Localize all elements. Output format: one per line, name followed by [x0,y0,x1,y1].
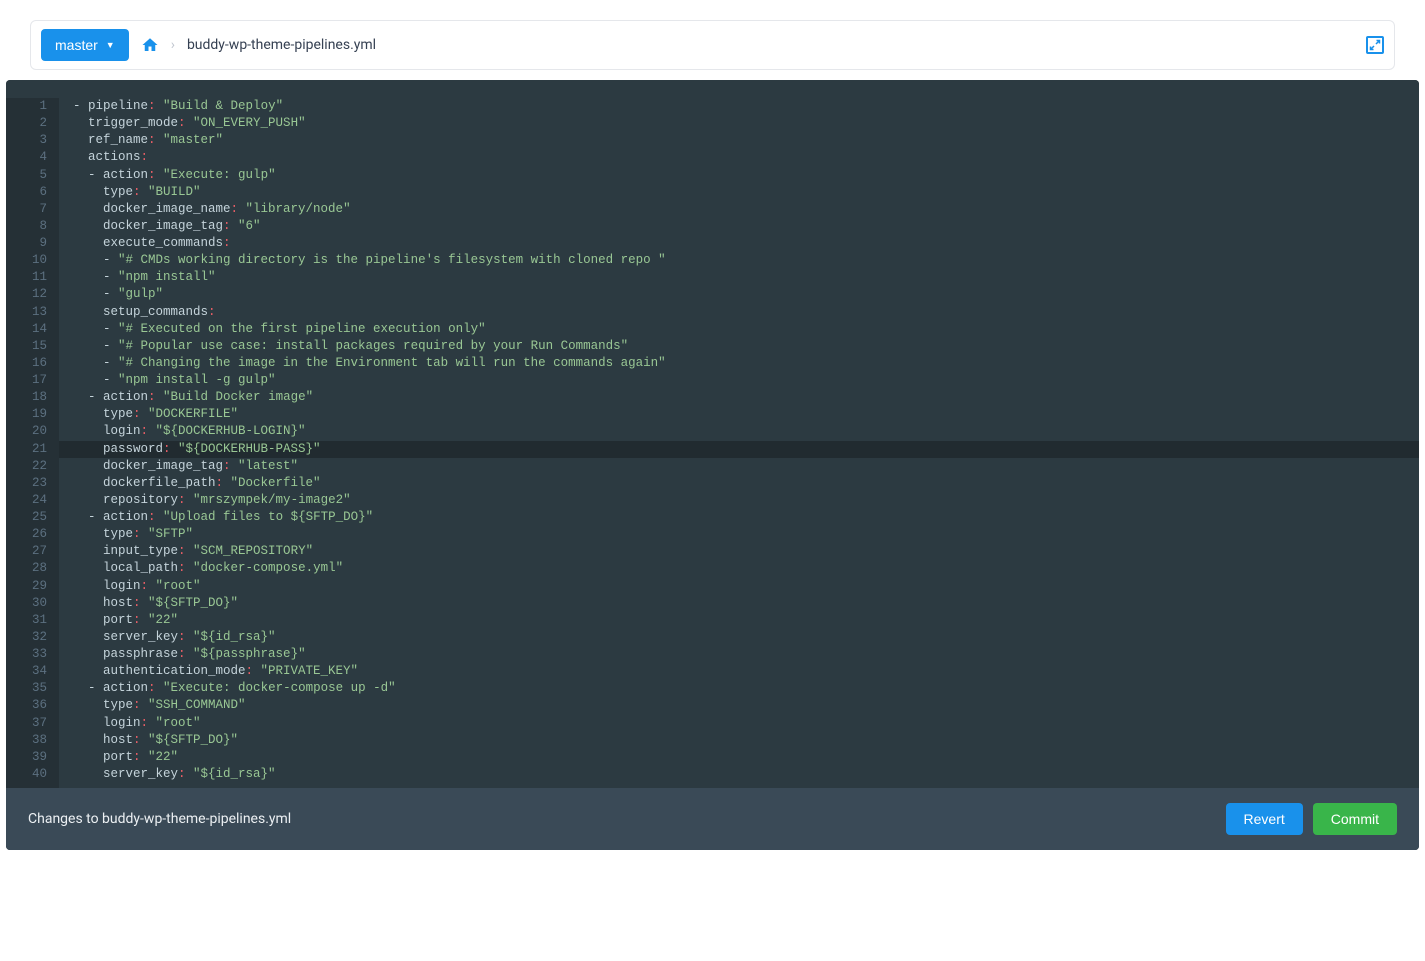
code-line[interactable]: password: "${DOCKERHUB-PASS}" [59,441,1419,458]
breadcrumb-separator-icon: › [171,37,175,53]
code-line[interactable]: docker_image_tag: "latest" [73,458,1419,475]
breadcrumb: master ▼ › buddy-wp-theme-pipelines.yml [30,20,1395,70]
line-number: 37 [6,715,49,732]
code-line[interactable]: login: "root" [73,578,1419,595]
breadcrumb-file: buddy-wp-theme-pipelines.yml [187,37,376,53]
home-icon[interactable] [141,36,159,54]
code-line[interactable]: host: "${SFTP_DO}" [73,595,1419,612]
editor-footer: Changes to buddy-wp-theme-pipelines.yml … [6,788,1419,850]
line-number: 21 [6,441,49,458]
line-number: 3 [6,132,49,149]
branch-label: master [55,37,98,53]
line-number: 32 [6,629,49,646]
line-number: 30 [6,595,49,612]
code-line[interactable]: execute_commands: [73,235,1419,252]
line-number: 31 [6,612,49,629]
code-line[interactable]: server_key: "${id_rsa}" [73,766,1419,783]
code-line[interactable]: - "# Executed on the first pipeline exec… [73,321,1419,338]
line-number: 24 [6,492,49,509]
code-line[interactable]: repository: "mrszympek/my-image2" [73,492,1419,509]
line-number-gutter: 1234567891011121314151617181920212223242… [6,98,59,850]
code-line[interactable]: server_key: "${id_rsa}" [73,629,1419,646]
code-content[interactable]: - pipeline: "Build & Deploy" trigger_mod… [59,98,1419,850]
code-line[interactable]: - action: "Execute: docker-compose up -d… [73,680,1419,697]
code-line[interactable]: port: "22" [73,612,1419,629]
line-number: 7 [6,201,49,218]
line-number: 23 [6,475,49,492]
line-number: 29 [6,578,49,595]
line-number: 39 [6,749,49,766]
footer-status-text: Changes to buddy-wp-theme-pipelines.yml [28,811,1216,827]
caret-down-icon: ▼ [106,40,115,50]
line-number: 25 [6,509,49,526]
line-number: 18 [6,389,49,406]
code-line[interactable]: - "npm install -g gulp" [73,372,1419,389]
code-line[interactable]: port: "22" [73,749,1419,766]
line-number: 17 [6,372,49,389]
line-number: 35 [6,680,49,697]
code-line[interactable]: - "# CMDs working directory is the pipel… [73,252,1419,269]
code-line[interactable]: - pipeline: "Build & Deploy" [73,98,1419,115]
code-line[interactable]: - "npm install" [73,269,1419,286]
code-line[interactable]: passphrase: "${passphrase}" [73,646,1419,663]
code-line[interactable]: actions: [73,149,1419,166]
code-line[interactable]: type: "SFTP" [73,526,1419,543]
code-line[interactable]: - action: "Execute: gulp" [73,167,1419,184]
line-number: 16 [6,355,49,372]
code-line[interactable]: login: "root" [73,715,1419,732]
line-number: 13 [6,304,49,321]
code-line[interactable]: - "gulp" [73,286,1419,303]
line-number: 27 [6,543,49,560]
code-line[interactable]: input_type: "SCM_REPOSITORY" [73,543,1419,560]
code-line[interactable]: - action: "Build Docker image" [73,389,1419,406]
code-line[interactable]: trigger_mode: "ON_EVERY_PUSH" [73,115,1419,132]
line-number: 1 [6,98,49,115]
line-number: 33 [6,646,49,663]
line-number: 34 [6,663,49,680]
line-number: 15 [6,338,49,355]
code-line[interactable]: docker_image_tag: "6" [73,218,1419,235]
code-line[interactable]: ref_name: "master" [73,132,1419,149]
line-number: 9 [6,235,49,252]
line-number: 22 [6,458,49,475]
code-line[interactable]: setup_commands: [73,304,1419,321]
line-number: 2 [6,115,49,132]
code-line[interactable]: - "# Changing the image in the Environme… [73,355,1419,372]
code-line[interactable]: docker_image_name: "library/node" [73,201,1419,218]
line-number: 38 [6,732,49,749]
code-line[interactable]: host: "${SFTP_DO}" [73,732,1419,749]
code-line[interactable]: type: "BUILD" [73,184,1419,201]
expand-icon[interactable] [1366,36,1384,54]
code-line[interactable]: - "# Popular use case: install packages … [73,338,1419,355]
code-line[interactable]: authentication_mode: "PRIVATE_KEY" [73,663,1419,680]
code-line[interactable]: type: "SSH_COMMAND" [73,697,1419,714]
line-number: 26 [6,526,49,543]
code-line[interactable]: - action: "Upload files to ${SFTP_DO}" [73,509,1419,526]
line-number: 20 [6,423,49,440]
revert-button[interactable]: Revert [1226,803,1303,835]
line-number: 14 [6,321,49,338]
line-number: 4 [6,149,49,166]
line-number: 12 [6,286,49,303]
code-line[interactable]: dockerfile_path: "Dockerfile" [73,475,1419,492]
code-editor[interactable]: 1234567891011121314151617181920212223242… [6,80,1419,850]
line-number: 5 [6,167,49,184]
branch-selector-button[interactable]: master ▼ [41,29,129,61]
line-number: 8 [6,218,49,235]
line-number: 6 [6,184,49,201]
code-line[interactable]: local_path: "docker-compose.yml" [73,560,1419,577]
line-number: 40 [6,766,49,783]
line-number: 10 [6,252,49,269]
code-line[interactable]: type: "DOCKERFILE" [73,406,1419,423]
line-number: 11 [6,269,49,286]
line-number: 28 [6,560,49,577]
line-number: 36 [6,697,49,714]
code-line[interactable]: login: "${DOCKERHUB-LOGIN}" [73,423,1419,440]
commit-button[interactable]: Commit [1313,803,1397,835]
line-number: 19 [6,406,49,423]
